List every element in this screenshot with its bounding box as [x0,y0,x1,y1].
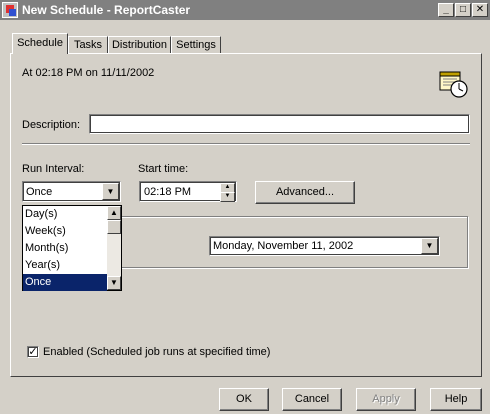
spin-down-icon[interactable]: ▼ [220,192,235,202]
ok-button[interactable]: OK [219,388,269,411]
schedule-summary: At 02:18 PM on 11/11/2002 [22,67,155,79]
list-item[interactable]: Day(s) [23,206,107,223]
run-interval-select[interactable]: Once ▼ [22,181,121,202]
list-item[interactable]: Year(s) [23,257,107,274]
scroll-down-icon[interactable]: ▼ [107,276,121,290]
close-button[interactable]: ✕ [472,3,488,17]
scroll-thumb[interactable] [107,220,121,234]
advanced-button[interactable]: Advanced... [255,181,355,204]
date-picker[interactable]: Monday, November 11, 2002 ▼ [209,236,440,256]
description-input[interactable] [89,114,470,134]
list-item[interactable]: Month(s) [23,240,107,257]
cancel-button[interactable]: Cancel [282,388,342,411]
enabled-label: Enabled (Scheduled job runs at specified… [43,346,271,358]
help-button[interactable]: Help [430,388,482,411]
scroll-up-icon[interactable]: ▲ [107,206,121,220]
run-interval-dropdown: Day(s) Week(s) Month(s) Year(s) Once ▲ ▼ [22,205,122,291]
tab-distribution[interactable]: Distribution [108,36,171,53]
dropdown-scrollbar[interactable]: ▲ ▼ [107,206,121,290]
chevron-down-icon[interactable]: ▼ [102,183,119,200]
run-interval-label: Run Interval: [22,163,85,175]
description-label: Description: [22,119,81,131]
list-item-selected[interactable]: Once [23,274,107,291]
list-item[interactable]: Week(s) [23,223,107,240]
app-icon [2,2,18,18]
start-time-label: Start time: [138,163,189,175]
maximize-button[interactable]: □ [455,3,471,17]
tab-settings[interactable]: Settings [171,36,221,53]
tab-tasks[interactable]: Tasks [68,36,108,53]
tab-schedule[interactable]: Schedule [12,33,68,54]
separator [22,143,470,145]
calendar-clock-icon [439,71,468,98]
apply-button[interactable]: Apply [356,388,416,411]
minimize-button[interactable]: _ [438,3,454,17]
date-value: Monday, November 11, 2002 [213,240,354,252]
run-interval-value: Once [26,186,53,198]
window-title: New Schedule - ReportCaster [22,3,191,17]
start-time-value: 02:18 PM [144,186,192,198]
enabled-checkbox[interactable]: ✓ [27,346,39,358]
start-time-input[interactable]: 02:18 PM ▲ ▼ [139,181,237,202]
chevron-down-icon[interactable]: ▼ [421,238,438,254]
